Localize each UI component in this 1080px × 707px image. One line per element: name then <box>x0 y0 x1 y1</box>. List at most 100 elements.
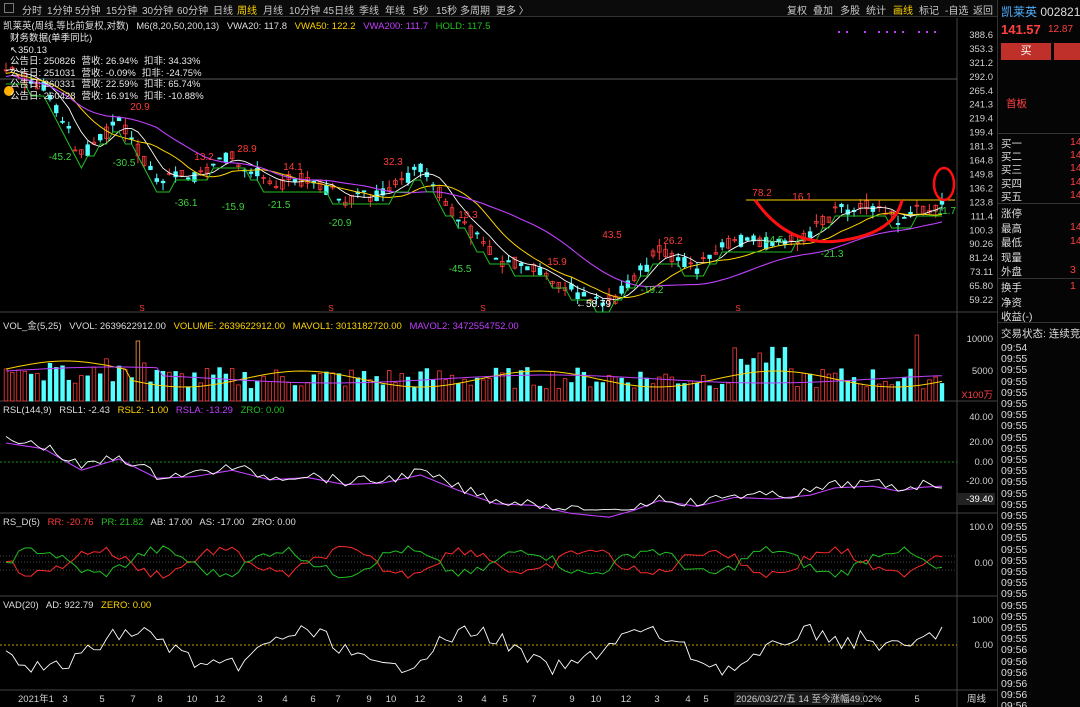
candle-body <box>493 257 499 260</box>
volume-bar <box>914 334 920 402</box>
volume-bar <box>789 368 794 402</box>
tick-time: 09:55 <box>1001 386 1028 399</box>
rsla-value: RSLA: -13.29 <box>175 405 233 416</box>
volume-bar <box>443 379 448 402</box>
volume-bar <box>719 383 725 402</box>
volume-bar <box>650 383 656 402</box>
stock-price: 141.57 <box>1001 22 1041 37</box>
note-row: 公告日: 260428 营收: 16.91% 扣非: -10.88% <box>10 91 210 103</box>
candle-body <box>694 268 700 274</box>
candle-body <box>418 163 423 173</box>
volume-bar <box>833 372 838 402</box>
tick-time: 09:56 <box>1001 689 1028 702</box>
candle-body <box>625 280 631 289</box>
volume-bar <box>606 374 612 402</box>
rsd-label: RS_D(5) <box>3 517 40 528</box>
s-marker: S <box>480 304 485 313</box>
volume-bar <box>481 379 486 402</box>
s-marker: S <box>328 304 333 313</box>
vol-label: VOL_金(5,25) <box>3 321 62 332</box>
price-axis-label: 111.4 <box>971 211 993 222</box>
swing-label: 26.2 <box>663 236 683 247</box>
candle-body <box>361 190 367 193</box>
volume-bar <box>845 380 850 402</box>
price-axis-label: 388.6 <box>969 30 993 41</box>
bid-value: 14 <box>1070 136 1080 148</box>
tick-time: 09:55 <box>1001 454 1028 466</box>
volume-bar <box>468 384 474 402</box>
signal-dot <box>894 31 896 33</box>
volume-bar <box>430 379 436 402</box>
s-marker: S <box>139 304 144 313</box>
volume-bar <box>751 358 756 402</box>
bid-value: 14 <box>1070 175 1080 188</box>
volume-bar <box>770 346 775 402</box>
price-axis-label: 219.4 <box>969 114 993 125</box>
vvol-value: VVOL: 2639622912.00 <box>69 321 166 332</box>
pr-value: PR: 21.82 <box>101 517 144 528</box>
volume-bar <box>707 385 712 402</box>
rsl-indicator-header: RSL(144,9) RSL1: -2.43 RSL2: -1.00 RSLA:… <box>3 405 289 416</box>
volume-bar <box>456 383 461 402</box>
vwa50-value: VWA50: 122.2 <box>294 21 356 32</box>
rsd-zro-value: ZRO: 0.00 <box>251 517 296 528</box>
rsd-axis-label: 0.00 <box>975 558 994 569</box>
price-axis-label: 90.26 <box>969 239 993 250</box>
candle-body <box>292 179 298 182</box>
ab-value: AB: 17.00 <box>150 517 193 528</box>
volume-bar <box>713 388 719 402</box>
tick-time: 09:55 <box>1001 420 1028 433</box>
volume-bar <box>663 373 668 402</box>
volume-bar <box>349 369 354 402</box>
buy-button[interactable]: 买 <box>1001 43 1051 60</box>
rsl-label: RSL(144,9) <box>3 405 52 416</box>
volume-bar <box>3 368 9 402</box>
volume-bar <box>386 370 392 402</box>
volume-bar <box>682 383 687 402</box>
price-axis-label: 241.3 <box>969 100 993 111</box>
stat-value: 3 <box>1070 264 1076 276</box>
swing-label: -20.9 <box>329 218 352 229</box>
candle-body <box>248 171 254 174</box>
time-axis-label: 9 <box>366 694 371 705</box>
volume-bar <box>619 377 624 402</box>
note-date: 公告日: 260331 <box>10 79 76 90</box>
volume-bar <box>280 376 285 402</box>
tick-time: 09:55 <box>1001 498 1028 511</box>
volume-bar <box>920 388 926 402</box>
volume-bar <box>531 384 536 402</box>
rsl-current-label: -39.40 <box>966 494 993 505</box>
tick-time: 09:55 <box>1001 398 1028 410</box>
tick-time: 09:55 <box>1001 610 1028 623</box>
volume-bar <box>939 383 945 402</box>
time-axis-label: 5 <box>703 694 708 705</box>
low-label: ←58.79 <box>576 299 611 310</box>
as-value: AS: -17.00 <box>199 517 245 528</box>
time-axis-label: 3 <box>62 694 67 705</box>
rsd-indicator-header: RS_D(5) RR: -20.76 PR: 21.82 AB: 17.00 A… <box>3 517 301 528</box>
volume-bar <box>204 368 210 402</box>
volume-bar <box>41 380 46 402</box>
period-label: 周线 <box>967 693 987 705</box>
bid-value: 14 <box>1070 149 1080 162</box>
candle-body <box>537 267 543 275</box>
volume-bar <box>562 378 568 402</box>
rsl-axis-label: 0.00 <box>975 457 994 468</box>
time-axis-label: 12 <box>621 694 632 705</box>
tick-time: 09:55 <box>1001 442 1028 455</box>
price-axis-label: 65.80 <box>969 281 993 292</box>
candle-body <box>807 231 813 238</box>
sell-button[interactable] <box>1054 43 1080 60</box>
price-axis-label: 353.3 <box>969 44 993 55</box>
price-axis-label: 73.11 <box>970 267 993 278</box>
candle-body <box>719 242 725 248</box>
time-axis-label: 4 <box>282 694 287 705</box>
volume-bar <box>54 367 59 402</box>
note-profit: 扣非: 65.74% <box>143 79 201 90</box>
note-profit: 扣非: -10.88% <box>143 90 204 102</box>
price-axis-label: 81.24 <box>969 253 993 264</box>
quote-panel: 凯莱英 002821 141.57 12.87 买 首板 买一14买二14买三1… <box>997 0 1080 707</box>
tick-time: 09:55 <box>1001 364 1028 377</box>
swing-label: -14.5 <box>761 235 784 246</box>
rsl2-value: RSL2: -1.00 <box>117 405 169 416</box>
